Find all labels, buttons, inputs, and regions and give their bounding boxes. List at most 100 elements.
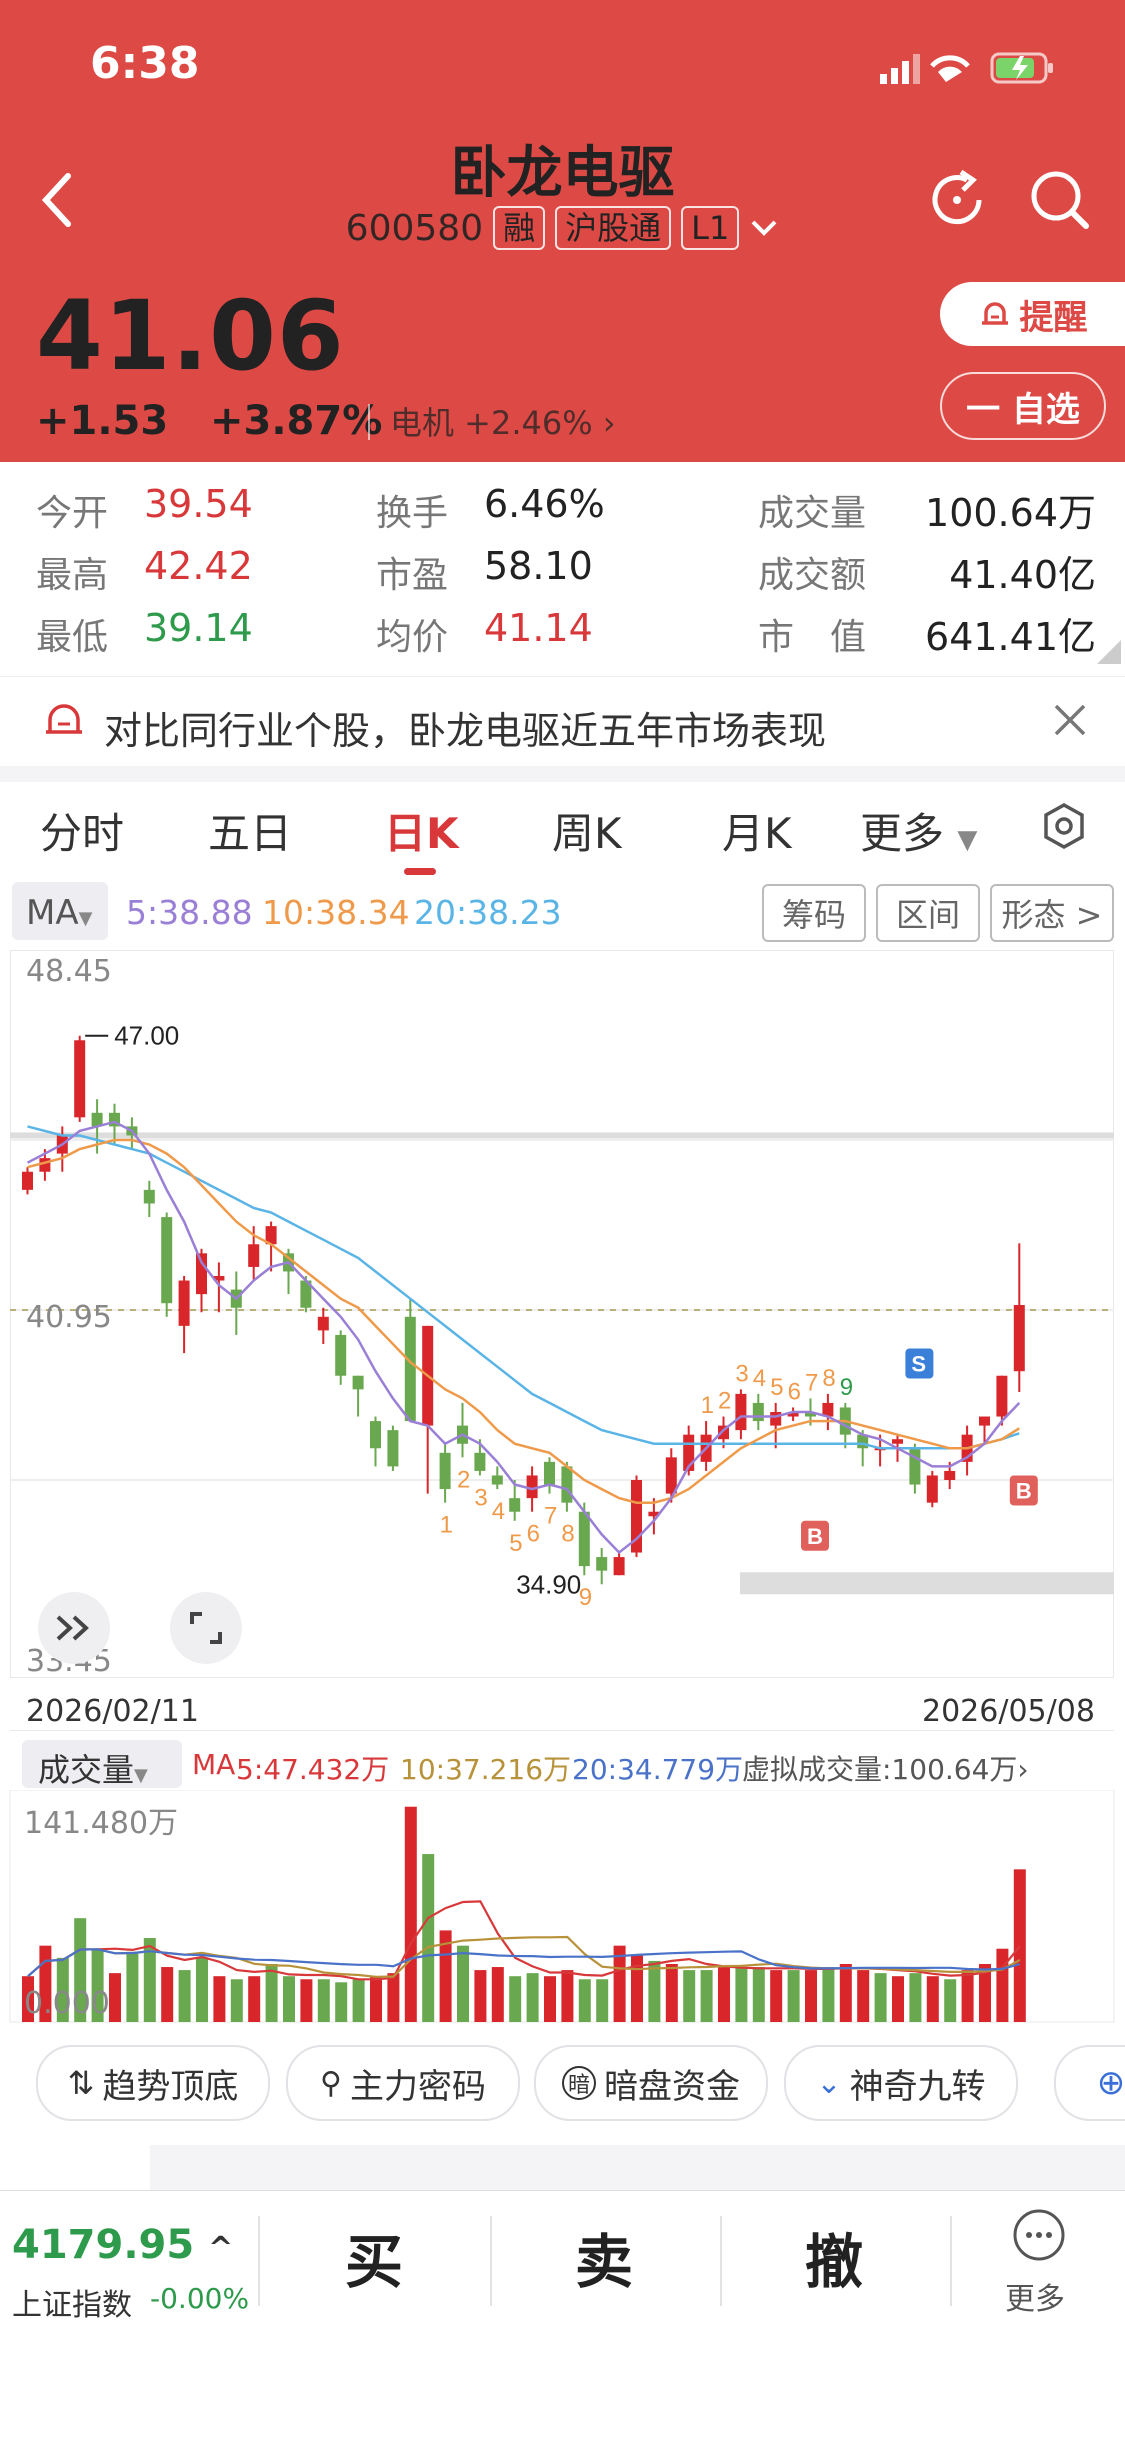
- indicator-nine-turn-label: 神奇九转: [849, 2066, 986, 2107]
- divider: [368, 404, 370, 440]
- add-watchlist-button[interactable]: 一 自选: [940, 372, 1106, 440]
- volume-bar: [300, 1979, 313, 2022]
- divider: [950, 2216, 952, 2306]
- sector-link[interactable]: 电机 +2.46% ›: [390, 398, 616, 444]
- volume-bar: [822, 1967, 835, 2022]
- index-quote[interactable]: 4179.95 ^: [12, 2222, 233, 2268]
- volume-label: 成交量: [38, 1751, 135, 1789]
- ma20-line: [27, 1125, 1020, 1450]
- caret-up-icon: ^: [208, 2231, 234, 2266]
- candle-body: [161, 1217, 173, 1304]
- chevron-down-icon[interactable]: [749, 216, 779, 240]
- indicator-trend[interactable]: ⇅ 趋势顶底: [36, 2045, 270, 2121]
- volume-bar: [683, 1970, 696, 2022]
- expand-button[interactable]: [38, 1592, 110, 1664]
- candle-body: [752, 1402, 764, 1422]
- tab-five-day[interactable]: 五日: [208, 800, 292, 861]
- tab-intraday[interactable]: 分时: [40, 800, 124, 861]
- search-icon: [1031, 171, 1089, 229]
- indicator-nine-turn[interactable]: ⌄ 神奇九转: [784, 2045, 1018, 2121]
- virtual-volume[interactable]: 虚拟成交量:100.64万›: [742, 1748, 1029, 1788]
- crosshair-icon: ⊕: [1096, 2063, 1125, 2103]
- indicator-trend-label: 趋势顶底: [102, 2066, 239, 2107]
- volume-bar: [230, 1979, 243, 2022]
- nine-turn-up-number: 2: [718, 1388, 731, 1415]
- search-button[interactable]: [1028, 168, 1092, 236]
- section-gap: [0, 766, 1125, 782]
- indicator-more-chip[interactable]: ⊕: [1054, 2045, 1125, 2121]
- ma5-value: 5:38.88: [126, 893, 253, 932]
- vol-ma5: 5:47.432万: [236, 1753, 390, 1786]
- stat-label: 成交额: [758, 555, 867, 596]
- volume-bar: [1013, 1869, 1026, 2022]
- virtual-volume-label: 虚拟成交量:100.64万: [742, 1753, 1018, 1786]
- stat-label: 成交量: [758, 493, 867, 534]
- divider: [720, 2216, 722, 2306]
- y-mid-label: 40.95: [26, 1300, 112, 1335]
- volume-bar: [944, 1979, 957, 2022]
- candle-body: [74, 1040, 86, 1118]
- nine-turn-up-number: 3: [735, 1360, 748, 1387]
- sell-button[interactable]: 卖: [534, 2215, 674, 2299]
- remind-button[interactable]: 提醒: [940, 282, 1125, 346]
- chart-settings-button[interactable]: [1040, 802, 1088, 854]
- candle-body: [613, 1557, 625, 1576]
- chip-distribution-button[interactable]: 筹码: [762, 884, 866, 942]
- candle-body: [665, 1457, 677, 1494]
- close-banner-button[interactable]: [1052, 702, 1088, 742]
- dark-pool-icon: 暗: [562, 2066, 596, 2100]
- section-tabs-partial: [150, 2145, 1125, 2193]
- volume-bar: [178, 1970, 191, 2022]
- high-marker-label: 47.00: [114, 1021, 179, 1051]
- volume-bar: [700, 1970, 713, 2022]
- volume-bar: [805, 1970, 817, 2022]
- tab-daily-k[interactable]: 日K: [384, 800, 459, 861]
- tab-more[interactable]: 更多 ▼: [860, 800, 977, 861]
- stat-value: 58.10: [484, 544, 593, 588]
- range-button[interactable]: 区间: [876, 884, 980, 942]
- resize-icon: [190, 1612, 222, 1644]
- close-icon: [1054, 704, 1086, 736]
- nine-turn-down-number: 3: [474, 1484, 487, 1511]
- volume-bar: [926, 1976, 939, 2022]
- candle-body: [491, 1475, 503, 1485]
- divider: [490, 2216, 492, 2306]
- chevron-right-icon: ›: [1017, 1753, 1029, 1786]
- stat-label: 市盈: [376, 555, 449, 596]
- candle-body: [770, 1412, 782, 1426]
- cancel-order-button[interactable]: 撤: [764, 2215, 904, 2299]
- more-button[interactable]: [1012, 2208, 1066, 2266]
- nine-turn-up-number: 4: [753, 1365, 766, 1392]
- x-end-date: 2026/05/08: [922, 1694, 1095, 1729]
- stat-value: 41.40亿: [949, 553, 1096, 597]
- volume-bar: [648, 1960, 661, 2022]
- caret-down-icon: ▼: [78, 908, 93, 929]
- refresh-button[interactable]: [925, 168, 989, 236]
- kline-chart[interactable]: 47.0034.9012345 67891 23 4 5 6 7 8 9BSB: [0, 950, 1125, 1680]
- pattern-button[interactable]: 形态 >: [990, 884, 1114, 942]
- signal-label: B: [807, 1524, 823, 1549]
- nine-turn-down-number: 8: [561, 1521, 574, 1548]
- buy-button[interactable]: 买: [304, 2215, 444, 2299]
- volume-bar: [839, 1963, 852, 2022]
- status-time: 6:38: [90, 38, 200, 89]
- fullscreen-button[interactable]: [170, 1592, 242, 1664]
- candle-body: [892, 1439, 903, 1444]
- tag-level[interactable]: L1: [681, 206, 740, 250]
- candle-body: [909, 1448, 921, 1485]
- price-change-pct: +3.87%: [210, 398, 383, 444]
- volume-bar: [909, 1973, 922, 2022]
- tab-monthly-k[interactable]: 月K: [722, 800, 792, 861]
- tab-weekly-k[interactable]: 周K: [552, 800, 622, 861]
- refresh-icon: [932, 169, 982, 225]
- index-value: 4179.95: [12, 2222, 195, 2268]
- ma5-line: [26, 1120, 1021, 1555]
- volume-bar: [404, 1806, 417, 2022]
- candle-body: [561, 1466, 573, 1503]
- volume-bar: [370, 1976, 382, 2022]
- indicator-dark-pool[interactable]: 暗暗盘资金: [534, 2045, 768, 2121]
- current-price: 41.06: [36, 280, 345, 392]
- indicator-main-force[interactable]: ⚲ 主力密码: [286, 2045, 520, 2121]
- volume-bar: [787, 1970, 800, 2022]
- volume-bar: [961, 1970, 974, 2022]
